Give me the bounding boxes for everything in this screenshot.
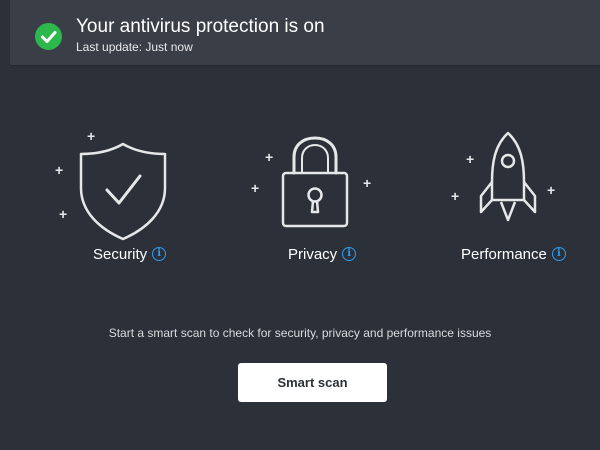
check-circle-icon [35,23,62,50]
info-icon[interactable]: i [342,247,357,261]
sparkle-icon: + [59,206,68,222]
info-icon[interactable]: i [551,247,566,261]
sparkle-icon: + [55,162,64,178]
security-label-text: Security [93,245,148,263]
info-icon[interactable]: i [152,247,167,261]
status-title: Your antivirus protection is on [76,16,325,37]
sparkle-icon: + [251,180,260,196]
sparkle-icon: + [87,128,96,144]
privacy-label: Privacy i [288,244,357,264]
performance-label: Performance i [461,244,566,264]
scan-hint-text: Start a smart scan to check for security… [108,326,492,340]
security-label: Security i [93,244,167,264]
smart-scan-button[interactable]: Smart scan [238,363,387,402]
feature-privacy[interactable]: + + + Privacy i [240,110,400,270]
padlock-icon [281,136,349,228]
last-update-text: Last update: Just now [76,40,193,54]
shield-check-icon [79,142,167,241]
rocket-icon [479,131,537,222]
sparkle-icon: + [265,149,274,165]
feature-security[interactable]: + + + Security i [40,110,200,270]
performance-label-text: Performance [461,245,547,263]
feature-performance[interactable]: + + + Performance i [440,110,600,270]
sparkle-icon: + [451,188,460,204]
protection-status-bar: Your antivirus protection is on Last upd… [10,0,600,66]
sparkle-icon: + [547,182,556,198]
sparkle-icon: + [363,175,372,191]
privacy-label-text: Privacy [288,245,338,263]
